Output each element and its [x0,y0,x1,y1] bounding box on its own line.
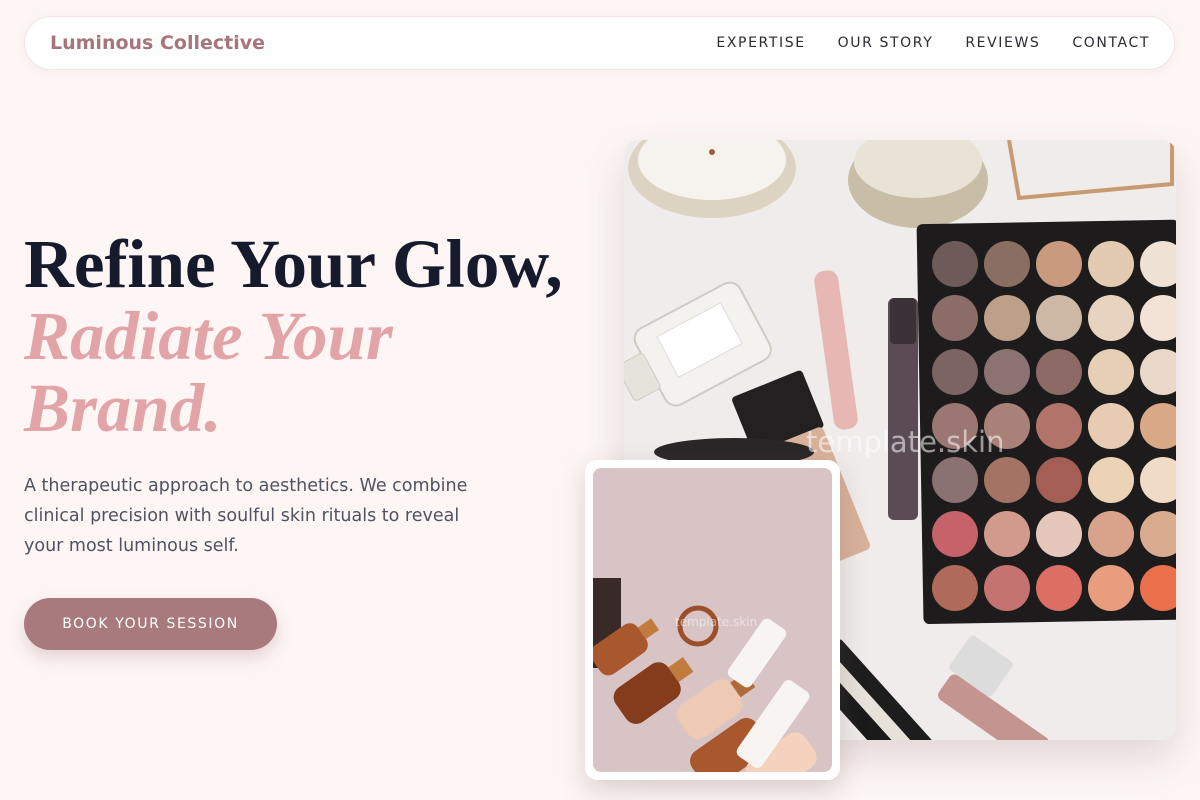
book-session-button[interactable]: BOOK YOUR SESSION [24,598,277,650]
hero-heading: Refine Your Glow, Radiate Your Brand. [24,228,563,444]
hero-heading-line2: Radiate Your [24,298,393,374]
nav-item-our-story[interactable]: OUR STORY [838,35,934,51]
svg-text:template.skin: template.skin [675,615,757,629]
hero-description: A therapeutic approach to aesthetics. We… [24,476,468,556]
svg-text:template.skin: template.skin [806,425,1004,459]
nav-item-expertise[interactable]: EXPERTISE [716,35,805,51]
nav-item-reviews[interactable]: REVIEWS [965,35,1040,51]
nav-links: EXPERTISE OUR STORY REVIEWS CONTACT [716,35,1150,51]
top-navigation: Luminous Collective EXPERTISE OUR STORY … [24,16,1175,70]
hero-heading-line3: Brand. [24,370,222,446]
product-card: template.skin [585,460,840,780]
nav-item-contact[interactable]: CONTACT [1072,35,1150,51]
hero-heading-line1: Refine Your Glow, [24,226,563,302]
product-card-image: template.skin [593,468,832,772]
brand-logo[interactable]: Luminous Collective [50,32,265,54]
